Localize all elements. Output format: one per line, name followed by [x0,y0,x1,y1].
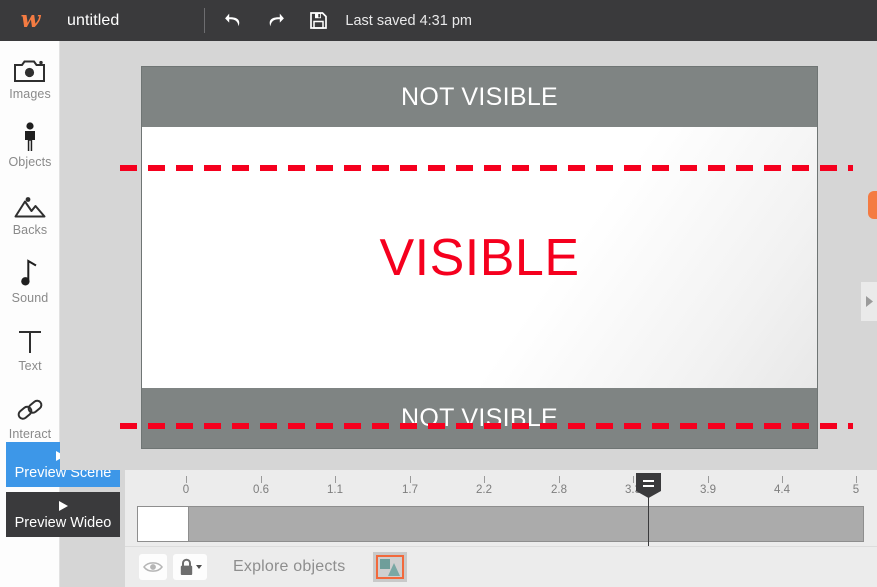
preview-video-label: Preview Wideo [14,514,112,531]
orange-panel-tab[interactable] [868,191,877,219]
save-icon [310,12,328,29]
timeline-ruler[interactable]: 0 0.6 1.1 1.7 2.2 2.8 3.3 3.9 4.4 5 [125,470,877,504]
toolbar-divider [204,8,206,33]
document-title[interactable]: untitled [67,12,119,30]
timeline-tick-1: 0.6 [246,476,276,497]
shapes-tool-button[interactable] [373,552,408,582]
timeline-tick-9: 5 [841,476,871,497]
wideo-editor-window: w untitled Last saved 4:31 pm Images Obj… [0,0,877,587]
not-visible-band-top: NOT VISIBLE [142,67,817,127]
timeline-track[interactable] [137,506,864,542]
app-logo[interactable]: w [0,0,60,41]
tick-mark [260,476,262,483]
camera-icon [13,50,47,84]
tick-mark [409,476,411,483]
eye-icon [143,562,163,572]
sidebar-item-objects[interactable]: Objects [0,109,60,177]
tick-mark [558,476,560,483]
timeline[interactable]: 0 0.6 1.1 1.7 2.2 2.8 3.3 3.9 4.4 5 [125,470,877,546]
sidebar-label-text: Text [18,358,42,373]
layer-name-label: Explore objects [233,558,346,575]
sidebar-label-interact: Interact [8,426,52,441]
triangle-shape-icon [388,563,401,576]
lock-icon [180,558,192,575]
tick-mark [855,476,857,483]
text-t-icon [15,322,45,356]
sidebar-item-text[interactable]: Text [0,313,60,381]
play-icon [53,499,73,514]
toggle-lock-button[interactable] [173,554,207,580]
playhead-grip-bar [643,484,654,487]
tick-mark [781,476,783,483]
playhead-grip-bar [643,479,654,482]
sidebar-label-images: Images [9,86,51,101]
save-button[interactable] [298,0,339,41]
sidebar-label-objects: Objects [8,154,52,169]
not-visible-top-text: NOT VISIBLE [400,82,559,111]
visible-text: VISIBLE [379,228,580,287]
sidebar-label-sound: Sound [11,290,49,305]
tick-mark [707,476,709,483]
tick-mark [632,476,634,483]
timeline-tick-3: 1.7 [395,476,425,497]
tick-mark [334,476,336,483]
expand-panel-arrow-icon [866,296,873,307]
w-logo-icon: w [20,6,41,33]
sidebar-label-backs: Backs [12,222,48,237]
chain-link-icon [15,390,45,424]
redo-icon [270,13,285,27]
tick-mark [185,476,187,483]
canvas-stage[interactable]: NOT VISIBLE VISIBLE NOT VISIBLE [60,41,877,470]
sidebar-item-interact[interactable]: Interact [0,381,60,449]
timeline-tick-0: 0 [171,476,201,497]
undo-button[interactable] [213,0,254,41]
timeline-tick-4: 2.2 [469,476,499,497]
safe-area-guide-bottom [120,423,853,429]
artboard[interactable]: NOT VISIBLE VISIBLE NOT VISIBLE [141,66,818,449]
sidebar-item-sound[interactable]: Sound [0,245,60,313]
last-saved-status: Last saved 4:31 pm [345,12,472,29]
sidebar-item-images[interactable]: Images [0,41,60,109]
safe-area-guide-top [120,165,853,171]
top-toolbar: w untitled Last saved 4:31 pm [0,0,877,41]
redo-button[interactable] [255,0,296,41]
mountain-icon [13,186,47,220]
expand-right-panel-button[interactable] [861,282,877,321]
sidebar-item-backs[interactable]: Backs [0,177,60,245]
chevron-down-icon[interactable] [195,565,202,569]
undo-icon [225,13,240,27]
timeline-tick-5: 2.8 [544,476,574,497]
toggle-visibility-button[interactable] [139,554,167,580]
scene-thumbnail[interactable] [138,507,189,541]
timeline-tick-7: 3.9 [693,476,723,497]
person-icon [19,118,41,152]
music-note-icon [19,254,41,288]
tick-mark [483,476,485,483]
preview-video-button[interactable]: Preview Wideo [6,492,120,537]
shapes-icon [376,555,405,579]
bottom-layer-bar: Explore objects [125,546,877,587]
not-visible-band-bottom: NOT VISIBLE [142,388,817,448]
timeline-tick-2: 1.1 [320,476,350,497]
timeline-tick-8: 4.4 [767,476,797,497]
